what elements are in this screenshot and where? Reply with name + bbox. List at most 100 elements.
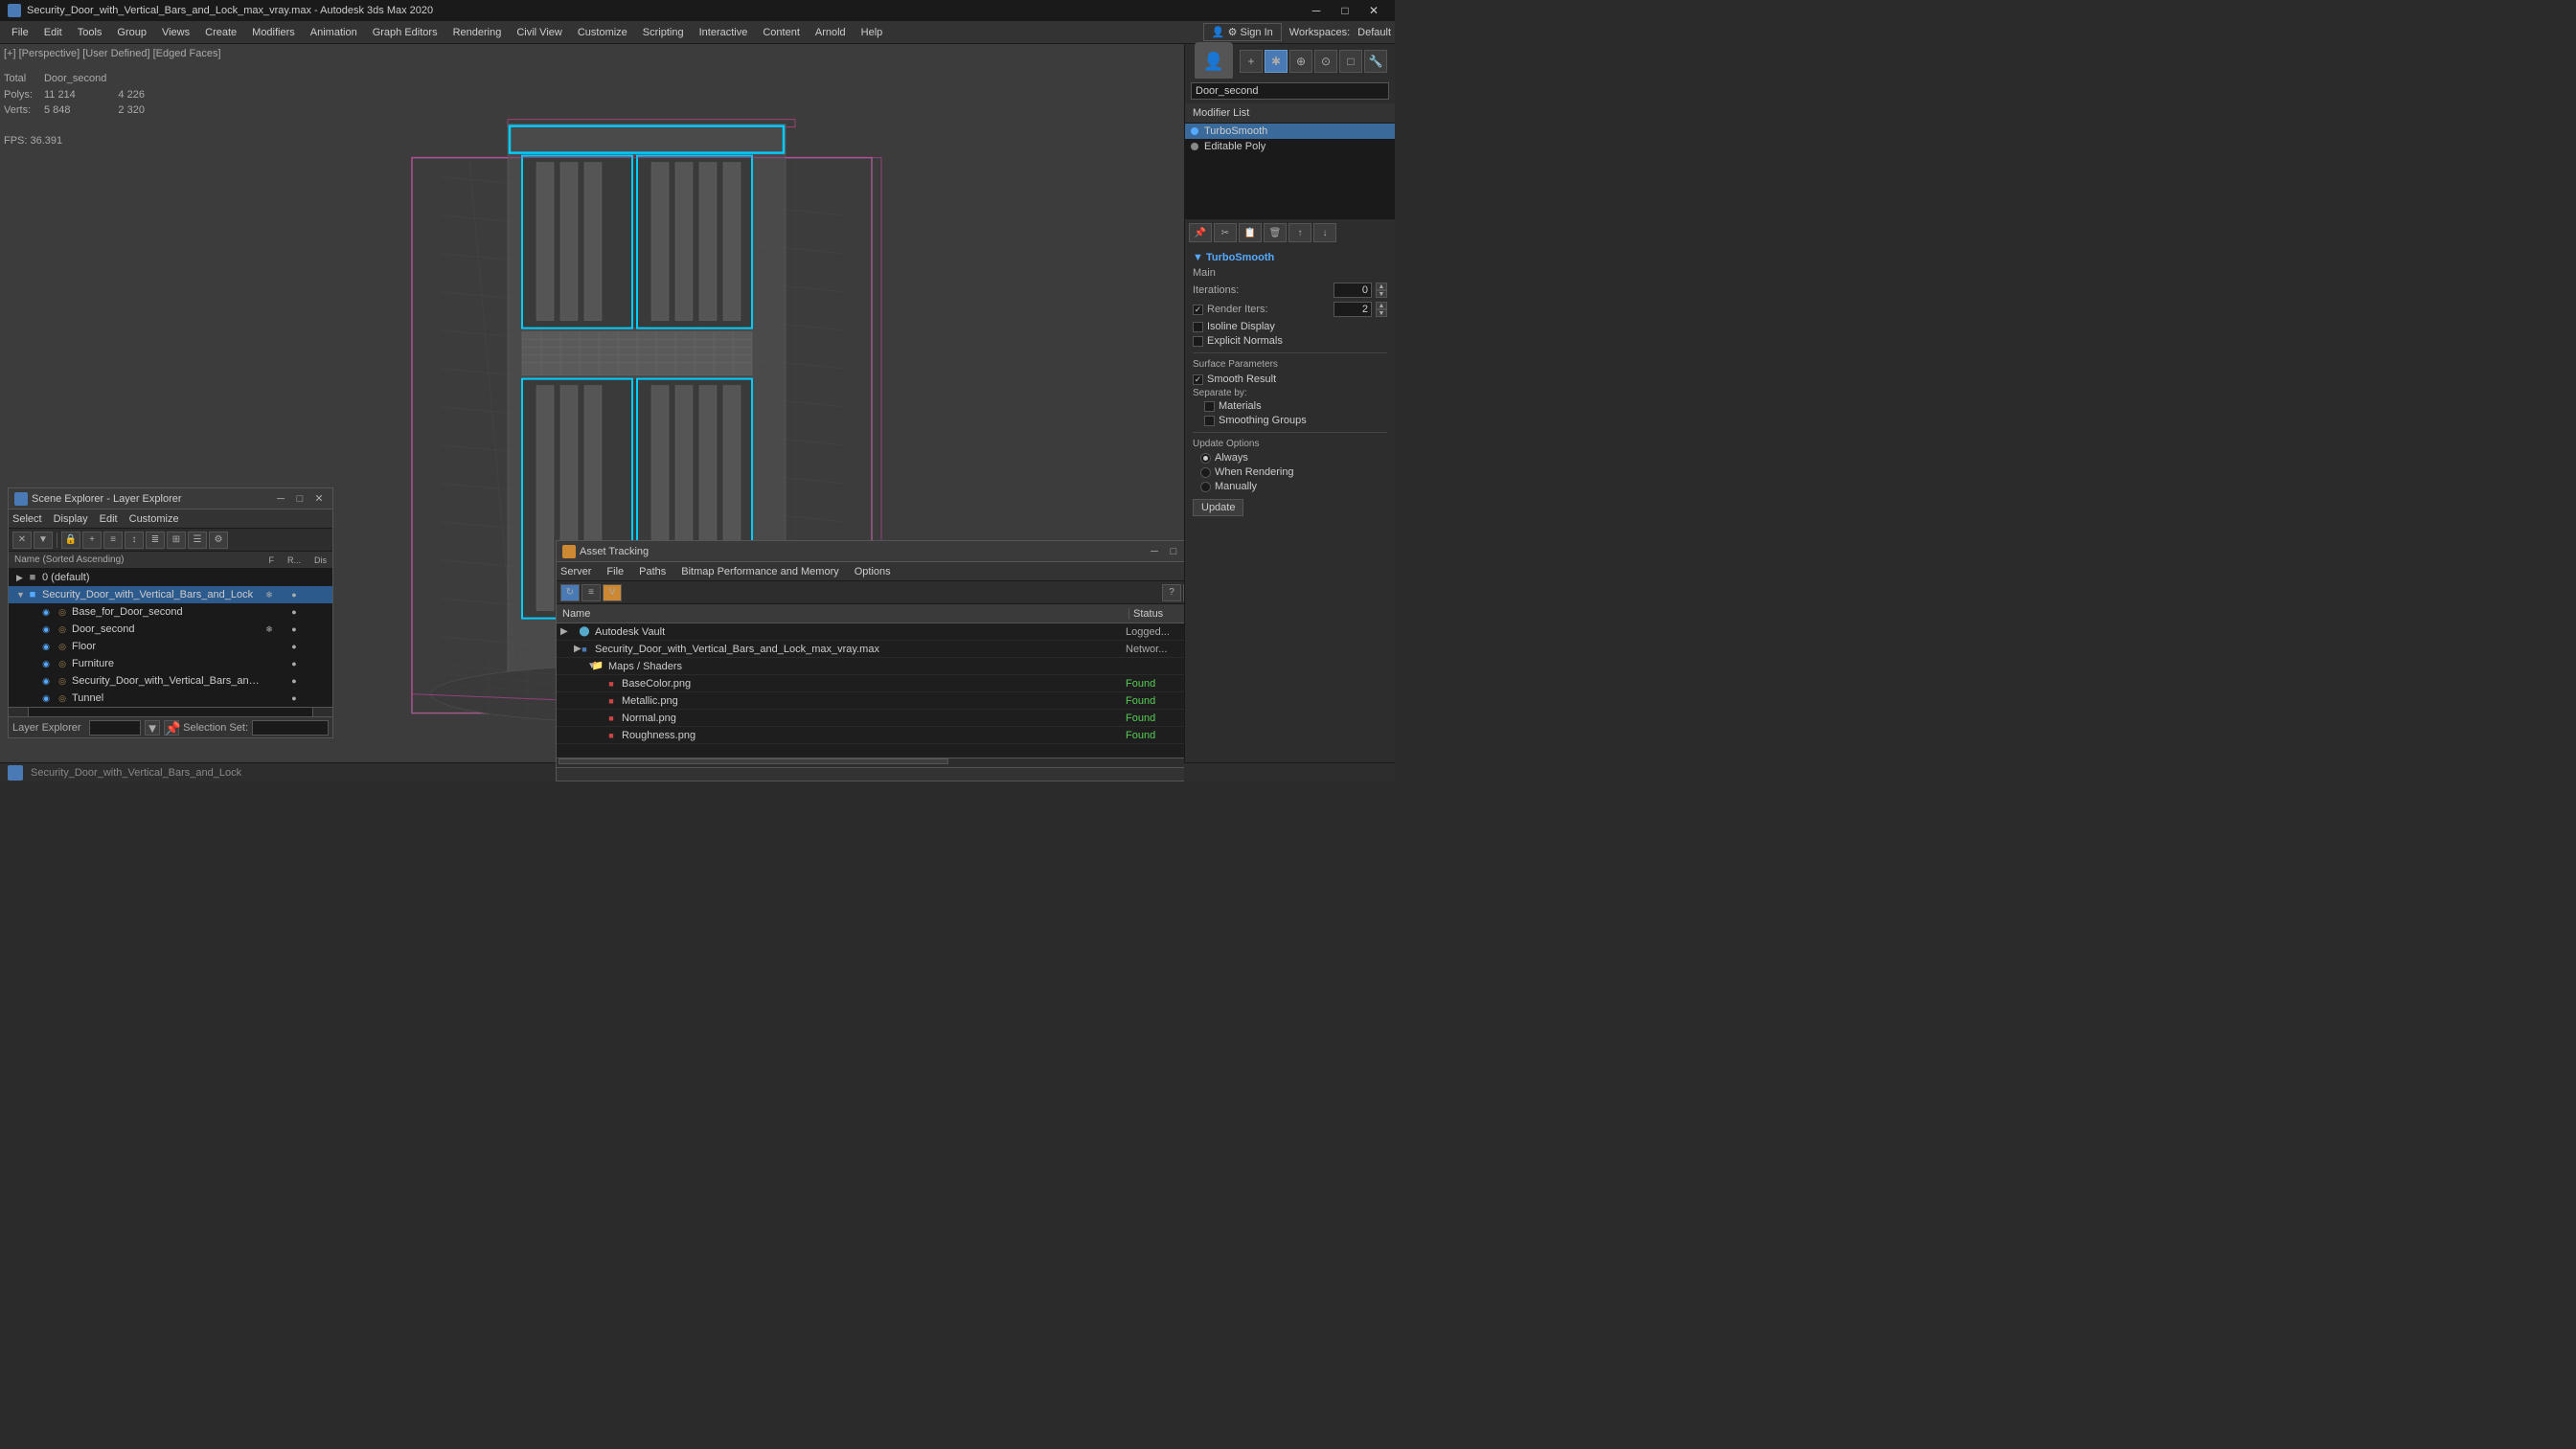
menu-arnold[interactable]: Arnold [808, 25, 854, 40]
se-options-btn[interactable]: ☰ [188, 532, 207, 549]
close-button[interactable]: ✕ [1360, 0, 1387, 21]
menu-tools[interactable]: Tools [70, 25, 110, 40]
mod-pin-btn[interactable]: 📌 [1189, 223, 1212, 242]
ts-surface-params-header[interactable]: Surface Parameters [1193, 359, 1387, 370]
at-row-basecolor[interactable]: ■ BaseColor.png Found [557, 675, 1184, 692]
at-minimize-button[interactable]: ─ [1147, 544, 1162, 559]
ts-render-iters-down[interactable]: ▼ [1376, 309, 1387, 317]
menu-civil-view[interactable]: Civil View [509, 25, 569, 40]
ts-iterations-down[interactable]: ▼ [1376, 290, 1387, 298]
se-close-button[interactable]: ✕ [311, 491, 327, 507]
ts-manually-radio[interactable] [1200, 482, 1211, 492]
maximize-button[interactable]: □ [1332, 0, 1358, 21]
menu-customize[interactable]: Customize [570, 25, 635, 40]
ts-iterations-up[interactable]: ▲ [1376, 283, 1387, 290]
se-menu-customize[interactable]: Customize [129, 513, 179, 525]
ts-render-iters-input[interactable] [1334, 302, 1372, 317]
ts-materials-checkbox[interactable] [1204, 401, 1215, 412]
se-group-btn[interactable]: ≣ [146, 532, 165, 549]
at-refresh-btn[interactable]: ↻ [560, 584, 580, 601]
menu-help[interactable]: Help [854, 25, 891, 40]
at-menu-server[interactable]: Server [560, 566, 591, 577]
ts-section-header[interactable]: ▼ TurboSmooth [1193, 252, 1387, 263]
at-help-btn[interactable]: ? [1162, 584, 1181, 601]
menu-scripting[interactable]: Scripting [635, 25, 692, 40]
create-tab-btn[interactable]: + [1240, 50, 1263, 73]
ts-update-button[interactable]: Update [1193, 499, 1243, 516]
minimize-button[interactable]: ─ [1303, 0, 1330, 21]
se-item-security-door-obj[interactable]: ◉ ◎ Security_Door_with_Vertical_Bars_and… [9, 672, 332, 690]
menu-interactive[interactable]: Interactive [692, 25, 756, 40]
ts-explicit-checkbox[interactable] [1193, 336, 1203, 347]
at-row-max-file[interactable]: ▶ ■ Security_Door_with_Vertical_Bars_and… [557, 641, 1184, 658]
menu-modifiers[interactable]: Modifiers [244, 25, 303, 40]
signin-button[interactable]: 👤 ⚙ Sign In [1203, 23, 1282, 41]
display-tab-btn[interactable]: □ [1339, 50, 1362, 73]
object-name-input[interactable] [1191, 82, 1389, 100]
menu-group[interactable]: Group [109, 25, 154, 40]
se-delete-btn[interactable]: ✕ [12, 532, 32, 549]
modifier-turbosmooth[interactable]: TurboSmooth [1185, 124, 1395, 139]
at-menu-bitmap[interactable]: Bitmap Performance and Memory [681, 566, 838, 577]
menu-edit[interactable]: Edit [36, 25, 70, 40]
se-item-default-layer[interactable]: ▶ ■ 0 (default) [9, 569, 332, 586]
modify-tab-btn[interactable]: ✱ [1265, 50, 1288, 73]
at-scrollbar[interactable] [557, 758, 1184, 767]
modifier-editable-poly[interactable]: Editable Poly [1185, 139, 1395, 154]
menu-rendering[interactable]: Rendering [445, 25, 510, 40]
utilities-tab-btn[interactable]: 🔧 [1364, 50, 1387, 73]
at-row-roughness[interactable]: ■ Roughness.png Found [557, 727, 1184, 744]
se-menu-select[interactable]: Select [12, 513, 42, 525]
motion-tab-btn[interactable]: ⊙ [1314, 50, 1337, 73]
mod-paste-btn[interactable]: 📋 [1239, 223, 1262, 242]
se-lock-btn[interactable]: 🔒 [61, 532, 80, 549]
viewport[interactable]: [+] [Perspective] [User Defined] [Edged … [0, 44, 1184, 781]
at-menu-options[interactable]: Options [855, 566, 891, 577]
se-item-tunnel[interactable]: ◉ ◎ Tunnel ● [9, 690, 332, 707]
at-row-metallic[interactable]: ■ Metallic.png Found [557, 692, 1184, 710]
ts-smooth-result-checkbox[interactable]: ✓ [1193, 374, 1203, 385]
at-menu-paths[interactable]: Paths [639, 566, 666, 577]
ts-iterations-input[interactable] [1334, 283, 1372, 298]
mod-cut-btn[interactable]: ✂ [1214, 223, 1237, 242]
menu-create[interactable]: Create [197, 25, 244, 40]
se-minimize-button[interactable]: ─ [273, 491, 288, 507]
se-filter-btn[interactable]: ▼ [34, 532, 53, 549]
se-item-floor[interactable]: ◉ ◎ Floor ● [9, 638, 332, 655]
se-item-base[interactable]: ◉ ◎ Base_for_Door_second ● [9, 603, 332, 621]
se-settings-btn[interactable]: ⚙ [209, 532, 228, 549]
at-row-vault[interactable]: ▶ ⬤ Autodesk Vault Logged... [557, 623, 1184, 641]
at-vault-btn[interactable]: V [603, 584, 622, 601]
menu-graph-editors[interactable]: Graph Editors [365, 25, 445, 40]
at-menu-file[interactable]: File [606, 566, 624, 577]
at-row-maps-folder[interactable]: ▼ 📁 Maps / Shaders [557, 658, 1184, 675]
se-menu-display[interactable]: Display [54, 513, 88, 525]
mod-move-up-btn[interactable]: ↑ [1288, 223, 1311, 242]
se-scrollbar-track[interactable] [28, 708, 313, 716]
se-menu-edit[interactable]: Edit [100, 513, 118, 525]
se-sort-btn[interactable]: ↕ [125, 532, 144, 549]
mod-delete-btn[interactable]: 🗑 [1264, 223, 1287, 242]
menu-file[interactable]: File [4, 25, 36, 40]
se-scrollbar[interactable] [9, 707, 332, 716]
se-item-security-door-layer[interactable]: ▼ ■ Security_Door_with_Vertical_Bars_and… [9, 586, 332, 603]
se-maximize-button[interactable]: □ [292, 491, 308, 507]
menu-views[interactable]: Views [154, 25, 197, 40]
ts-isoline-checkbox[interactable] [1193, 322, 1203, 332]
se-item-furniture[interactable]: ◉ ◎ Furniture ● [9, 655, 332, 672]
se-layer-list-btn[interactable]: ▼ [145, 720, 160, 736]
ts-always-radio[interactable] [1200, 453, 1211, 464]
mod-move-down-btn[interactable]: ↓ [1313, 223, 1336, 242]
se-item-door-second[interactable]: ◉ ◎ Door_second ❄ ● [9, 621, 332, 638]
se-layer-pin-btn[interactable]: 📌 [164, 720, 179, 736]
at-scrollbar-thumb[interactable] [559, 758, 948, 764]
at-row-normal[interactable]: ■ Normal.png Found [557, 710, 1184, 727]
ts-render-iters-checkbox[interactable]: ✓ [1193, 305, 1203, 315]
ts-when-rendering-radio[interactable] [1200, 467, 1211, 478]
at-settings-btn[interactable]: ⚙ [1183, 584, 1184, 601]
se-list-btn[interactable]: ≡ [103, 532, 123, 549]
at-maximize-button[interactable]: □ [1166, 544, 1181, 559]
menu-animation[interactable]: Animation [303, 25, 365, 40]
se-add-btn[interactable]: + [82, 532, 102, 549]
se-layer-explorer-tab[interactable] [89, 720, 142, 736]
